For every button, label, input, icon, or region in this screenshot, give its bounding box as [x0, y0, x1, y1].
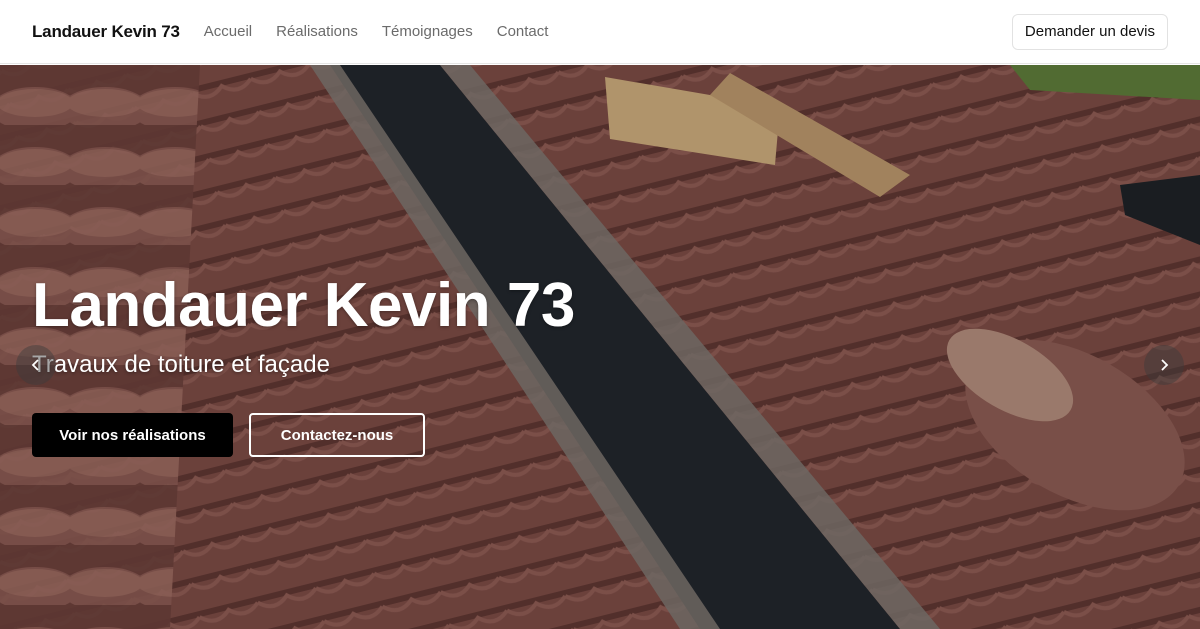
carousel-prev-button[interactable] [16, 345, 56, 385]
hero-overlay [0, 65, 1200, 629]
request-quote-button[interactable]: Demander un devis [1011, 13, 1168, 50]
nav-link-temoignages[interactable]: Témoignages [382, 23, 473, 40]
nav-link-contact[interactable]: Contact [497, 23, 549, 40]
contact-us-button[interactable]: Contactez-nous [249, 413, 425, 457]
main-nav: Accueil Réalisations Témoignages Contact [204, 23, 549, 40]
view-projects-button[interactable]: Voir nos réalisations [32, 413, 233, 457]
nav-link-accueil[interactable]: Accueil [204, 23, 252, 40]
chevron-right-icon [1161, 359, 1169, 371]
chevron-left-icon [31, 359, 39, 371]
hero-title: Landauer Kevin 73 [32, 271, 575, 340]
carousel-next-button[interactable] [1144, 345, 1184, 385]
hero-carousel: Landauer Kevin 73 Travaux de toiture et … [0, 65, 1200, 629]
brand-logo-text[interactable]: Landauer Kevin 73 [32, 22, 180, 42]
hero-subtitle: Travaux de toiture et façade [32, 351, 330, 378]
nav-link-realisations[interactable]: Réalisations [276, 23, 358, 40]
site-header: Landauer Kevin 73 Accueil Réalisations T… [0, 0, 1200, 64]
